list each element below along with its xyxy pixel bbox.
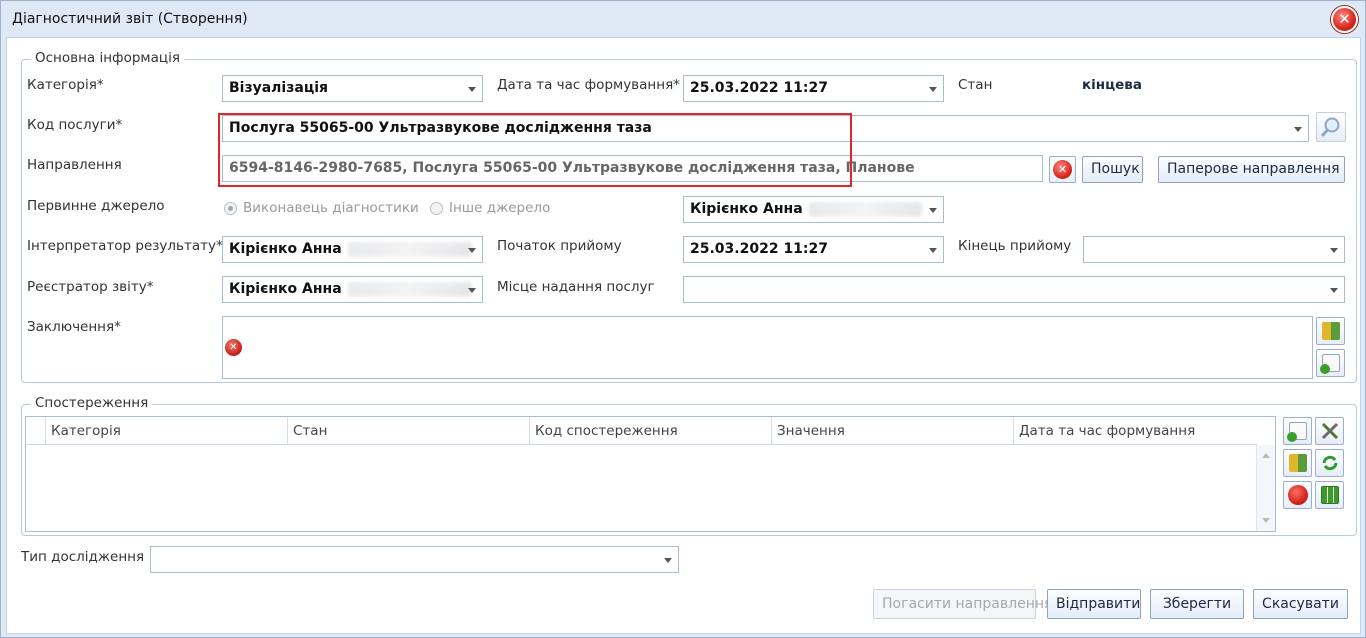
grid-col-value[interactable]: Значення: [771, 417, 1013, 445]
close-icon[interactable]: ✕: [1331, 6, 1358, 33]
primary-source-label: Первинне джерело: [27, 198, 165, 214]
lookup-button[interactable]: [1316, 112, 1346, 142]
date-label: Дата та час формування*: [497, 77, 680, 93]
radio-other[interactable]: [430, 202, 443, 215]
grid-col-state[interactable]: Стан: [287, 417, 529, 445]
chevron-down-icon: [929, 87, 937, 92]
folder-icon: [1289, 454, 1307, 472]
stop-icon: [1288, 485, 1308, 505]
conclusion-template-button[interactable]: [1316, 317, 1345, 345]
conclusion-textarea[interactable]: ✕: [222, 316, 1313, 379]
primary-source-person-combo[interactable]: Кірієнко Анна: [683, 196, 944, 223]
radio-executor[interactable]: [224, 202, 237, 215]
dialog-content: Основна інформація Категорія* Візуалізац…: [6, 37, 1361, 634]
green-plus-icon: [1287, 432, 1297, 442]
reception-end-label: Кінець прийому: [958, 238, 1072, 254]
green-plus-icon: [1320, 364, 1330, 374]
redacted-blur: [347, 281, 472, 297]
tools-button[interactable]: [1315, 417, 1344, 445]
observations-grid[interactable]: Категорія Стан Код спостереження Значенн…: [25, 416, 1276, 532]
highlight-box: [218, 113, 852, 187]
chevron-down-icon: [1330, 248, 1338, 253]
reception-start-value: 25.03.2022 11:27: [690, 241, 829, 257]
grid-col-category[interactable]: Категорія: [45, 417, 287, 445]
state-value: кінцева: [1082, 77, 1142, 93]
grid-col-selector: [26, 417, 44, 445]
registrar-combo[interactable]: Кірієнко Анна: [222, 276, 483, 303]
primary-source-person-value: Кірієнко Анна: [690, 201, 803, 217]
chevron-down-icon: [929, 208, 937, 213]
category-combo[interactable]: Візуалізація: [222, 75, 483, 102]
radio-other-label: Інше джерело: [449, 200, 551, 216]
redacted-blur: [347, 241, 472, 257]
service-place-combo[interactable]: [683, 276, 1345, 303]
referral-label: Направлення: [27, 157, 122, 173]
error-icon: ✕: [225, 339, 242, 356]
service-code-label: Код послуги*: [27, 117, 123, 133]
interpreter-value: Кірієнко Анна: [229, 241, 342, 257]
study-type-combo[interactable]: [150, 546, 679, 573]
conclusion-label: Заключення*: [27, 319, 121, 335]
add-observation-button[interactable]: [1283, 417, 1312, 445]
reception-end-combo[interactable]: [1083, 236, 1345, 263]
chevron-down-icon: [929, 248, 937, 253]
folder-icon: [1322, 322, 1340, 340]
date-value: 25.03.2022 11:27: [690, 80, 829, 96]
observations-legend: Спостереження: [31, 395, 153, 411]
registrar-value: Кірієнко Анна: [229, 281, 342, 297]
window-title: Діагностичний звіт (Створення): [12, 11, 248, 27]
save-button[interactable]: Зберегти: [1150, 589, 1244, 619]
magnifier-icon: [1320, 117, 1340, 138]
reception-start-combo[interactable]: 25.03.2022 11:27: [683, 236, 944, 263]
interpreter-combo[interactable]: Кірієнко Анна: [222, 236, 483, 263]
chevron-down-icon: [664, 558, 672, 563]
refresh-icon: [1322, 455, 1338, 471]
delete-button[interactable]: [1283, 481, 1312, 509]
category-label: Категорія*: [27, 77, 104, 93]
chevron-down-icon: [468, 248, 476, 253]
service-place-label: Місце надання послуг: [497, 279, 655, 295]
tools-icon: [1321, 422, 1339, 440]
chevron-down-icon: [468, 87, 476, 92]
titlebar: Діагностичний звіт (Створення) ✕: [1, 1, 1365, 37]
chevron-down-icon: [468, 288, 476, 293]
category-value: Візуалізація: [229, 80, 328, 96]
clear-icon: ✕: [1053, 160, 1072, 179]
radio-executor-label: Виконавець діагностики: [243, 200, 419, 216]
cancel-referral-button[interactable]: Погасити направлення: [873, 589, 1052, 619]
dialog-window: Діагностичний звіт (Створення) ✕ Основна…: [0, 0, 1366, 638]
paper-referral-button[interactable]: Паперове направлення: [1158, 156, 1345, 183]
cancel-button[interactable]: Скасувати: [1253, 589, 1348, 619]
main-info-legend: Основна інформація: [31, 50, 184, 66]
interpreter-label: Інтерпретатор результату*: [27, 238, 223, 254]
state-label: Стан: [958, 77, 993, 93]
conclusion-add-button[interactable]: [1316, 349, 1345, 377]
grid-col-observation-code[interactable]: Код спостереження: [529, 417, 771, 445]
grid-col-datetime[interactable]: Дата та час формування: [1013, 417, 1253, 445]
date-combo[interactable]: 25.03.2022 11:27: [683, 75, 944, 102]
table-button[interactable]: [1315, 481, 1344, 509]
grid-scrollbar[interactable]: [1256, 445, 1275, 531]
reception-start-label: Початок прийому: [497, 238, 622, 254]
chevron-down-icon: [1330, 288, 1338, 293]
search-button[interactable]: Пошук: [1082, 156, 1143, 183]
folder-button[interactable]: [1283, 449, 1312, 477]
table-icon: [1321, 486, 1339, 504]
chevron-down-icon: [1294, 127, 1302, 132]
scroll-up-icon: [1262, 453, 1270, 458]
redacted-blur: [808, 201, 922, 217]
clear-referral-button[interactable]: ✕: [1049, 156, 1076, 183]
study-type-label: Тип дослідження: [21, 549, 145, 565]
registrar-label: Реєстратор звіту*: [27, 279, 154, 295]
refresh-button[interactable]: [1315, 449, 1344, 477]
send-button[interactable]: Відправити: [1047, 589, 1141, 619]
grid-header: Категорія Стан Код спостереження Значенн…: [26, 417, 1257, 445]
scroll-down-icon: [1262, 518, 1270, 523]
